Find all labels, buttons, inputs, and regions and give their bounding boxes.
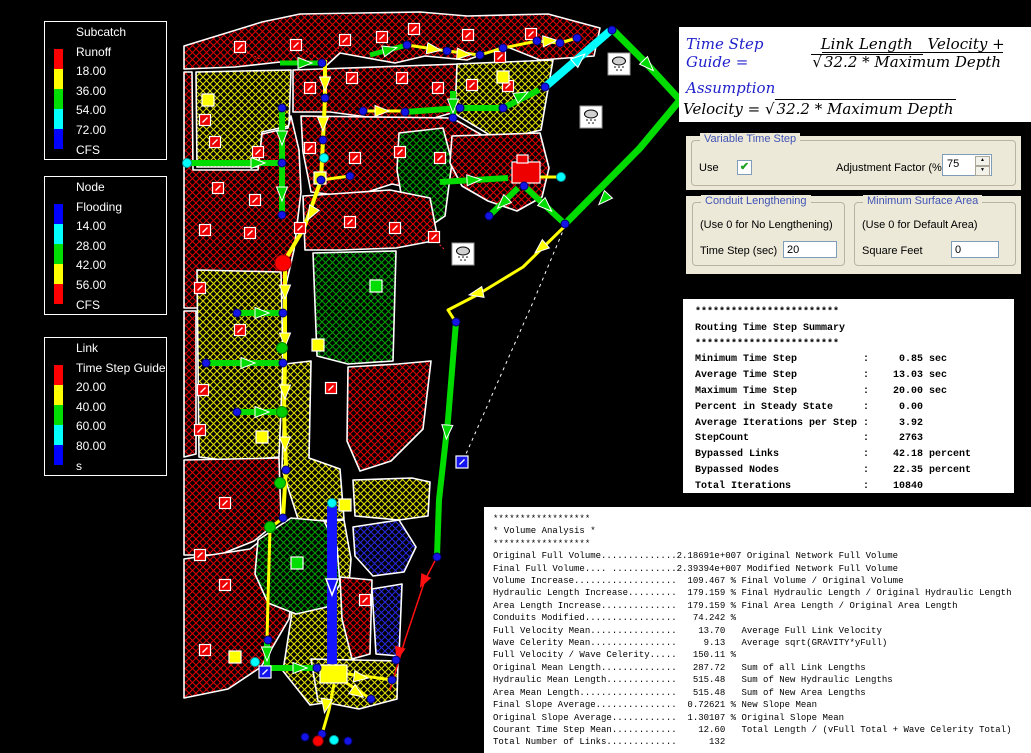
formula-lhs: Time Step Guide = [686, 35, 764, 71]
velocity-assumption: Velocity = √ 32.2 * Maximum Depth [683, 99, 956, 118]
legend-row: 36.00 [76, 83, 107, 98]
legend-color-bar [54, 365, 63, 465]
legend-labels: Subcatch Runoff 18.00 36.00 54.00 72.00 CFS [76, 23, 164, 160]
volume-analysis-report: ****************** * Volume Analysis * *… [483, 506, 1031, 753]
legend-node-flooding: Node Flooding 14.00 28.00 42.00 56.00 CFS [44, 176, 167, 315]
legend-row: 54.00 [76, 103, 107, 118]
legend-labels: Node Flooding 14.00 28.00 42.00 56.00 CFS [76, 178, 164, 315]
legend-labels: Link Time Step Guide 20.00 40.00 60.00 80.00 s [76, 339, 166, 476]
legend-row: 42.00 [76, 258, 107, 273]
sqrt-radical-icon: √ [812, 53, 822, 71]
assumption-label: Assumption [686, 79, 776, 97]
use-checkbox[interactable]: ✔ [737, 160, 752, 175]
legend-row: s [76, 458, 82, 473]
sqrt-radical-icon: √ [764, 100, 775, 118]
use-label: Use [699, 162, 719, 174]
groupbox-title: Minimum Surface Area [863, 195, 983, 207]
time-step-input[interactable] [783, 241, 837, 258]
rain-gage-icon [451, 242, 475, 266]
routing-time-step-summary: ************************ Routing Time St… [681, 297, 1016, 495]
conduit-lengthening-groupbox: Conduit Lengthening (Use 0 for No Length… [692, 195, 845, 266]
groupbox-title: Conduit Lengthening [701, 195, 811, 207]
legend-row: Link [76, 341, 99, 355]
adjustment-factor-label: Adjustment Factor (%) [836, 162, 946, 174]
spin-down-button[interactable]: ▼ [975, 166, 990, 176]
square-feet-input[interactable] [951, 241, 999, 258]
legend-row: Subcatch [76, 25, 127, 39]
conduit-lengthening-hint: (Use 0 for No Lengthening) [700, 219, 833, 231]
rain-gage-icon [579, 105, 603, 129]
legend-row: 80.00 [76, 438, 107, 453]
legend-row: Runoff [76, 44, 112, 59]
square-feet-label: Square Feet [862, 245, 923, 257]
legend-row: 28.00 [76, 238, 107, 253]
formula-fraction: Link Length Velocity + √ 32.2 * Maximum D… [784, 35, 1031, 71]
legend-row: Node [76, 180, 105, 194]
legend-row: 40.00 [76, 399, 107, 414]
checkbox-check-icon: ✔ [739, 161, 750, 173]
legend-row: CFS [76, 297, 100, 312]
groupbox-title: Variable Time Step [700, 133, 801, 145]
legend-row: 72.00 [76, 122, 107, 137]
spin-up-button[interactable]: ▲ [975, 156, 990, 166]
adjustment-factor-stepper[interactable]: 75 ▲ ▼ [942, 154, 992, 176]
legend-row: 14.00 [76, 219, 107, 234]
variable-time-step-panel: Variable Time Step Use ✔ Adjustment Fact… [686, 133, 1021, 190]
legend-row: Time Step Guide [76, 360, 166, 375]
legend-row: 18.00 [76, 64, 107, 79]
legend-row: 60.00 [76, 419, 107, 434]
legend-row: CFS [76, 142, 100, 157]
legend-link-time-step-guide: Link Time Step Guide 20.00 40.00 60.00 80.00 s [44, 337, 167, 476]
time-step-guide-formula-panel: Time Step Guide = Link Length Velocity +… [679, 27, 1031, 122]
surface-area-hint: (Use 0 for Default Area) [862, 219, 978, 231]
legend-color-bar [54, 49, 63, 149]
legend-row: 56.00 [76, 277, 107, 292]
legend-color-bar [54, 204, 63, 304]
rain-gage-icon [607, 52, 631, 76]
lengthening-options-panel: Conduit Lengthening (Use 0 for No Length… [686, 195, 1021, 274]
legend-row: Flooding [76, 199, 123, 214]
minimum-surface-area-groupbox: Minimum Surface Area (Use 0 for Default … [854, 195, 1016, 266]
adjustment-factor-value: 75 [947, 158, 960, 170]
swmm-app-window: Subcatch Runoff 18.00 36.00 54.00 72.00 CFS No… [0, 0, 1031, 753]
legend-row: 20.00 [76, 380, 107, 395]
time-step-label: Time Step (sec) [700, 245, 778, 257]
legend-subcatch-runoff: Subcatch Runoff 18.00 36.00 54.00 72.00 CFS [44, 21, 167, 160]
